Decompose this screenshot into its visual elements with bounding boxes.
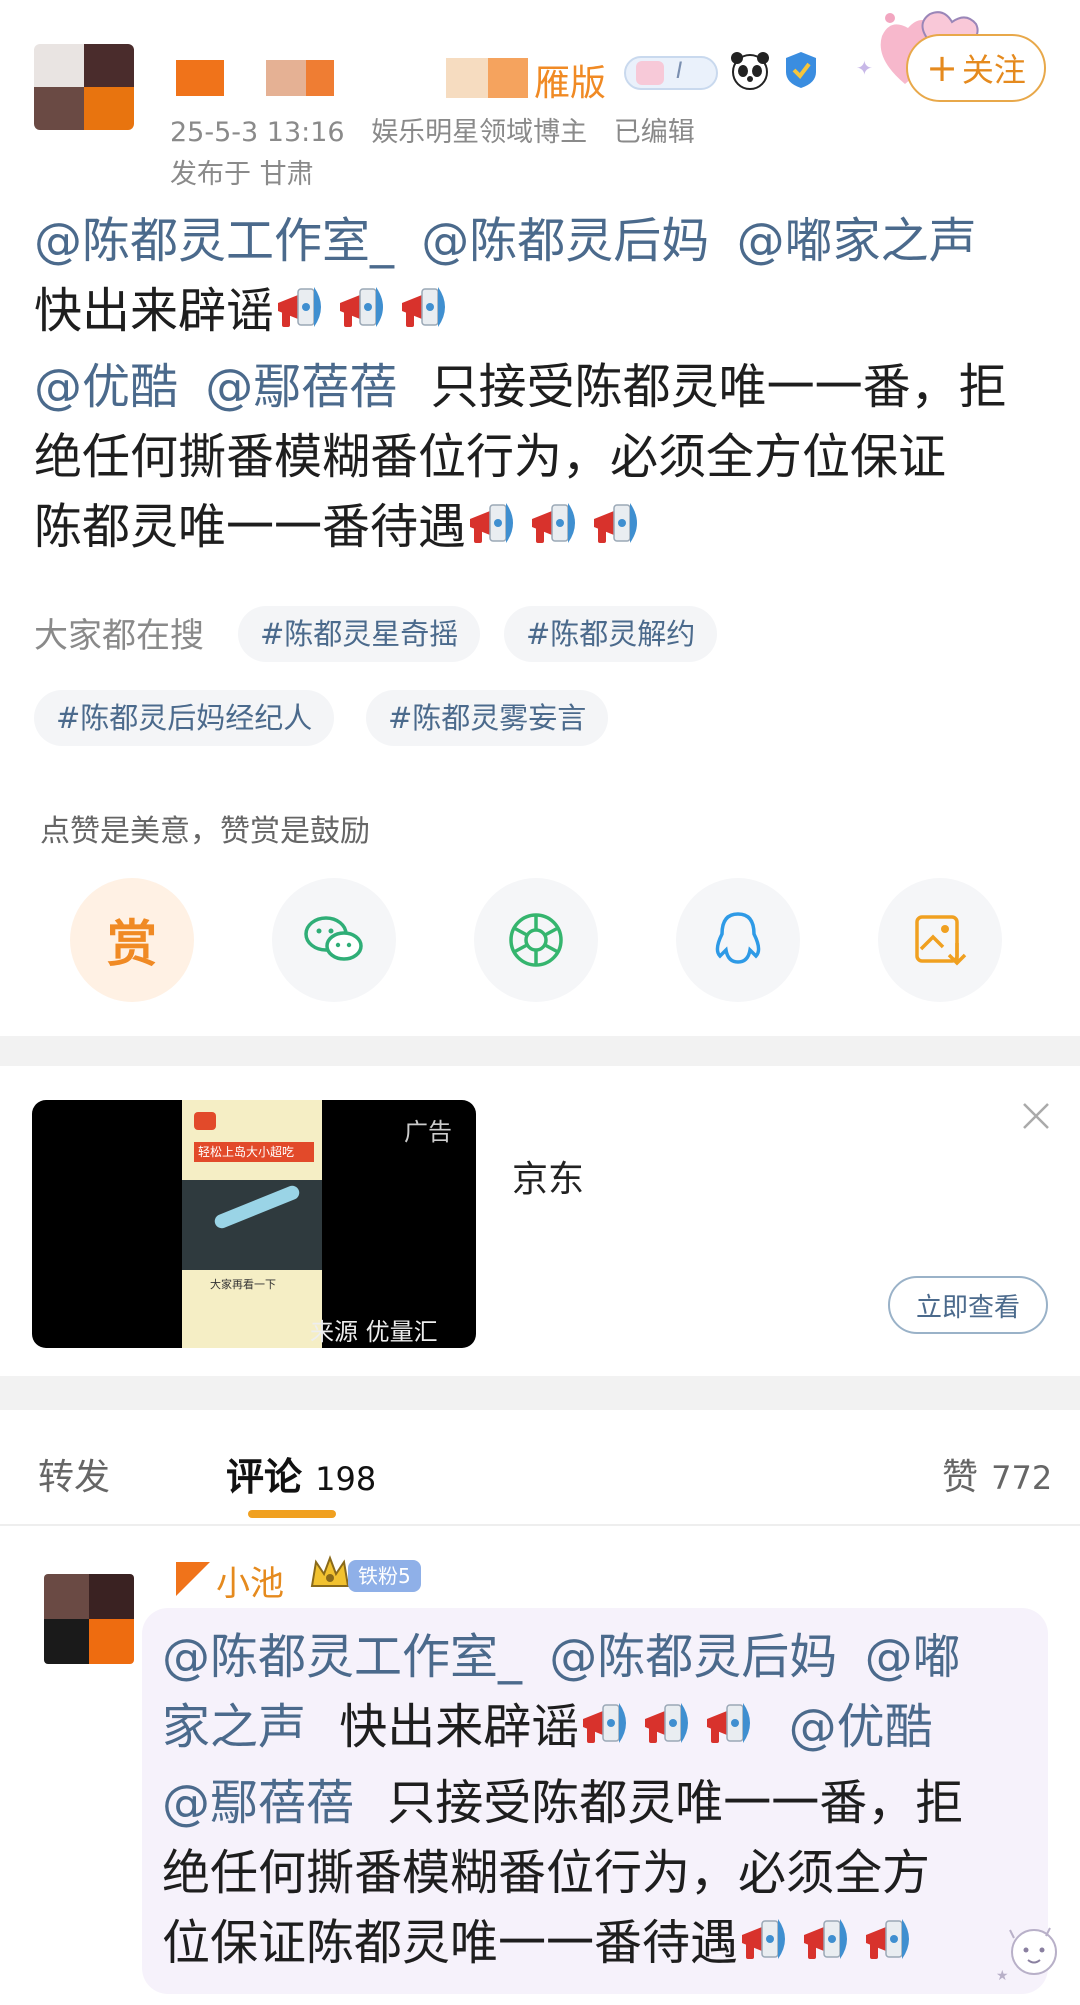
close-icon (1023, 1103, 1049, 1129)
sticker-decoration-icon: ★ (990, 1910, 1070, 1990)
megaphone-icon (582, 1702, 628, 1744)
tab-comment[interactable]: 评论 198 (226, 1446, 376, 1501)
tab-comment-label: 评论 (226, 1455, 303, 1499)
comment-text: 快出来辟谣 (339, 1699, 580, 1755)
topic-chip[interactable]: #陈都灵星奇摇 (238, 606, 481, 662)
level-badge[interactable]: I (624, 56, 718, 90)
post-text: 陈都灵唯一一番待遇 (34, 499, 467, 555)
author-name-block[interactable]: 雁版 (170, 54, 606, 104)
megaphone-icon (593, 502, 638, 544)
mention-link[interactable]: @陈都灵工作室_ (162, 1629, 522, 1685)
mention-link[interactable]: @鄢蓓蓓 (205, 359, 397, 415)
post-meta: 25-5-3 13:16 娱乐明星领域博主 已编辑 (170, 110, 695, 149)
ad-source: 来源 优量汇 (310, 1318, 438, 1346)
follow-label: 关注 (961, 51, 1026, 89)
mention-link[interactable]: @陈都灵后妈 (549, 1629, 837, 1685)
megaphone-icon (803, 1918, 848, 1960)
comment-text: 位保证陈都灵唯一一番待遇 (162, 1915, 739, 1971)
megaphone-emoji-group (466, 497, 652, 568)
crown-icon (308, 1554, 352, 1594)
qq-icon (715, 912, 761, 964)
megaphone-emoji-group (738, 1913, 924, 1984)
post-edited: 已编辑 (613, 117, 695, 148)
mention-link[interactable]: @优酷 (789, 1699, 933, 1755)
svg-text:★: ★ (996, 1968, 1009, 1984)
verified-icon (782, 50, 820, 90)
plus-icon: + (926, 46, 958, 90)
megaphone-icon (741, 1918, 786, 1960)
mention-link[interactable]: @陈都灵工作室_ (34, 213, 394, 269)
panda-icon (728, 48, 772, 92)
ad-close-button[interactable] (1016, 1096, 1056, 1136)
post-body: @陈都灵工作室_ @陈都灵后妈 @嘟家之声 快出来辟谣 @优酷 @鄢蓓蓓 只接受… (34, 206, 1064, 568)
tabs-bottom-border (0, 1524, 1080, 1526)
comment-text: 绝任何撕番模糊番位行为，必须全方 (162, 1845, 931, 1901)
post-text: 只接受陈都灵唯一一番，拒 (430, 359, 1007, 415)
author-avatar[interactable] (34, 44, 134, 130)
ad-video-subtitle: 大家再看一下 (210, 1278, 276, 1291)
post-text: 快出来辟谣 (34, 283, 275, 339)
megaphone-icon (277, 286, 322, 328)
tab-repost[interactable]: 转发 (38, 1448, 110, 1500)
megaphone-icon (531, 502, 576, 544)
tab-like-count: 772 (991, 1459, 1053, 1497)
megaphone-emoji-group (274, 281, 460, 352)
ad-cta-label: 立即查看 (915, 1292, 1020, 1323)
mention-link[interactable]: @嘟 (865, 1629, 961, 1685)
save-image-icon (915, 915, 967, 966)
author-name-suffix: 雁版 (534, 63, 607, 104)
post-text: 绝任何撕番模糊番位行为，必须全方位保证 (34, 429, 947, 485)
save-image-button[interactable] (878, 878, 1002, 1002)
follow-button[interactable]: + 关注 (906, 34, 1046, 102)
tab-comment-count: 198 (315, 1460, 377, 1498)
megaphone-icon (469, 502, 514, 544)
ad-badge: 广告 (404, 1118, 452, 1146)
megaphone-icon (339, 286, 384, 328)
reward-button[interactable]: 赏 (70, 878, 194, 1002)
tab-indicator (248, 1510, 336, 1518)
megaphone-icon (706, 1702, 752, 1744)
fan-badge[interactable]: 铁粉5 (348, 1560, 421, 1592)
topic-chip[interactable]: #陈都灵后妈经纪人 (34, 690, 335, 746)
ad-video-caption: 轻松上岛大小超吃 (194, 1142, 314, 1162)
share-qq-button[interactable] (676, 878, 800, 1002)
megaphone-icon (644, 1702, 690, 1744)
commenter-username: 小池 (216, 1564, 284, 1604)
topic-chip[interactable]: #陈都灵解约 (504, 606, 718, 662)
share-moments-button[interactable] (474, 878, 598, 1002)
megaphone-icon (401, 286, 446, 328)
comment-body: @陈都灵工作室_ @陈都灵后妈 @嘟 家之声 快出来辟谣 @优酷 @鄢蓓蓓 只接… (162, 1622, 1042, 1984)
search-label: 大家都在搜 (34, 616, 204, 656)
section-divider (0, 1036, 1080, 1066)
tab-like[interactable]: 赞 772 (942, 1448, 1052, 1500)
ad-cta-button[interactable]: 立即查看 (888, 1276, 1048, 1334)
publish-location: 发布于 甘肃 (170, 159, 314, 190)
mention-link[interactable]: @嘟家之声 (737, 213, 977, 269)
section-divider (0, 1376, 1080, 1410)
topic-chip[interactable]: #陈都灵雾妄言 (366, 690, 609, 746)
ad-video-thumbnail[interactable]: 轻松上岛大小超吃 大家再看一下 广告 来源 优量汇 (32, 1100, 476, 1348)
mention-link[interactable]: @陈都灵后妈 (421, 213, 709, 269)
post-role: 娱乐明星领域博主 (371, 117, 588, 148)
megaphone-emoji-group (579, 1697, 765, 1768)
tab-like-label: 赞 (942, 1457, 979, 1498)
reward-icon: 赏 (107, 915, 157, 973)
mention-link[interactable]: @鄢蓓蓓 (162, 1775, 354, 1831)
moments-icon (509, 913, 563, 967)
comment-text: 只接受陈都灵唯一一番，拒 (387, 1775, 964, 1831)
mention-link[interactable]: @优酷 (34, 359, 178, 415)
mention-link[interactable]: 家之声 (162, 1699, 306, 1755)
megaphone-icon (865, 1918, 910, 1960)
reward-caption: 点赞是美意，赞赏是鼓励 (40, 814, 370, 849)
wechat-icon (304, 916, 363, 961)
post-date: 25-5-3 13:16 (170, 117, 345, 148)
share-wechat-button[interactable] (272, 878, 396, 1002)
ad-advertiser: 京东 (512, 1159, 585, 1200)
commenter-avatar[interactable] (44, 1574, 134, 1664)
